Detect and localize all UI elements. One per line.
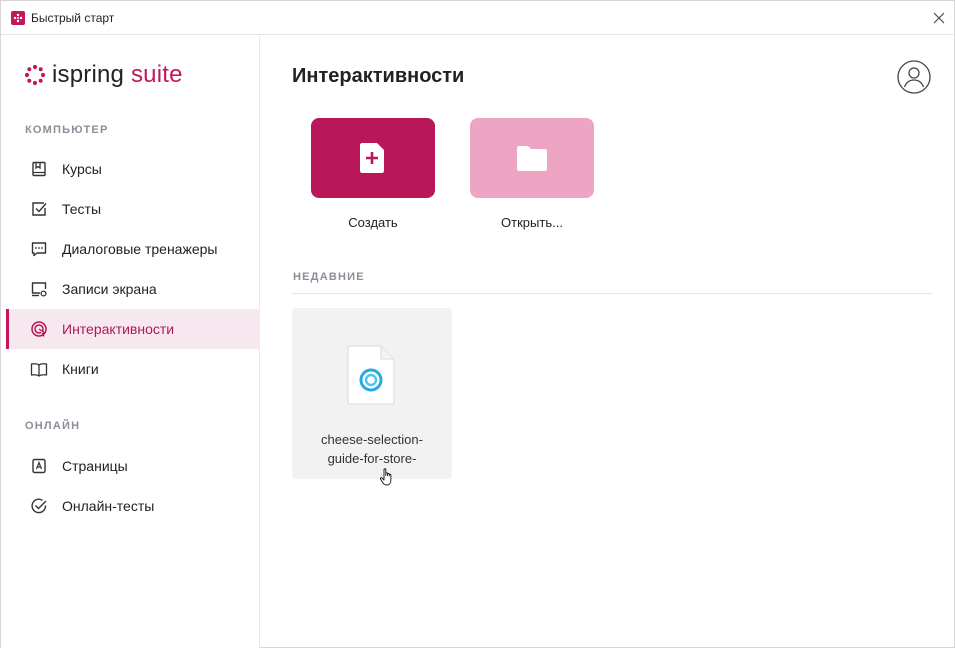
main-content: Интерактивности Создать Открыть... НЕДАВ… <box>261 36 954 648</box>
recent-divider <box>292 293 932 294</box>
sidebar-item-tests[interactable]: Тесты <box>6 189 260 229</box>
quick-start-window: Быстрый старт ispring suite КОМПЬЮТЕР Ку… <box>0 0 955 648</box>
sidebar-item-label: Курсы <box>62 161 102 177</box>
sidebar-item-label: Тесты <box>62 201 102 217</box>
account-button[interactable] <box>897 60 931 94</box>
window-title: Быстрый старт <box>31 11 115 25</box>
book-icon <box>30 160 48 178</box>
close-button[interactable] <box>924 1 954 35</box>
sidebar-item-courses[interactable]: Курсы <box>6 149 260 189</box>
section-title-online: ОНЛАЙН <box>25 420 81 432</box>
sidebar-item-label: Книги <box>62 361 99 377</box>
ispring-logo-icon <box>24 64 46 86</box>
sidebar-item-label: Записи экрана <box>62 281 157 297</box>
logo-text: ispring suite <box>52 61 183 89</box>
sidebar-item-label: Диалоговые тренажеры <box>62 241 218 257</box>
sidebar-item-label: Онлайн-тесты <box>62 498 155 514</box>
close-icon <box>933 12 945 24</box>
recent-file-name-line2: guide-for-store- <box>327 451 417 466</box>
recent-file-name: cheese-selection- guide-for-store- <box>300 430 444 468</box>
sidebar: ispring suite КОМПЬЮТЕР Курсы Тесты Диал… <box>1 36 260 648</box>
page-title: Интерактивности <box>292 65 465 87</box>
sidebar-item-online-tests[interactable]: Онлайн-тесты <box>6 486 260 526</box>
sidebar-item-screen-recordings[interactable]: Записи экрана <box>6 269 260 309</box>
title-bar: Быстрый старт <box>1 1 954 35</box>
screen-record-icon <box>30 280 48 298</box>
sidebar-item-pages[interactable]: Страницы <box>6 446 260 486</box>
logo-product: suite <box>130 61 183 88</box>
section-title-computer: КОМПЬЮТЕР <box>25 124 109 136</box>
sidebar-item-interactions[interactable]: Интерактивности <box>6 309 260 349</box>
check-circle-icon <box>30 497 48 515</box>
user-avatar-icon <box>897 60 931 94</box>
folder-icon <box>517 146 547 171</box>
new-file-icon <box>360 143 384 173</box>
recent-file-card[interactable]: cheese-selection- guide-for-store- <box>292 308 452 479</box>
create-button[interactable] <box>311 118 435 198</box>
sidebar-item-books[interactable]: Книги <box>6 349 260 389</box>
page-icon <box>30 457 48 475</box>
interaction-file-icon <box>347 345 395 405</box>
logo-brand: ispring <box>52 61 125 88</box>
hand-cursor-icon <box>379 468 392 486</box>
ispring-suite-logo: ispring suite <box>24 61 183 89</box>
sidebar-item-dialog-simulations[interactable]: Диалоговые тренажеры <box>6 229 260 269</box>
open-button[interactable] <box>470 118 594 198</box>
open-book-icon <box>30 360 48 378</box>
chat-icon <box>30 240 48 258</box>
interaction-icon <box>30 320 48 338</box>
recent-file-name-line1: cheese-selection- <box>321 432 423 447</box>
sidebar-item-label: Страницы <box>62 458 128 474</box>
sidebar-item-label: Интерактивности <box>62 321 175 337</box>
app-icon <box>11 11 25 25</box>
recent-section-title: НЕДАВНИЕ <box>293 271 365 283</box>
open-label: Открыть... <box>501 215 563 230</box>
checkbox-icon <box>30 200 48 218</box>
create-label: Создать <box>348 215 398 230</box>
